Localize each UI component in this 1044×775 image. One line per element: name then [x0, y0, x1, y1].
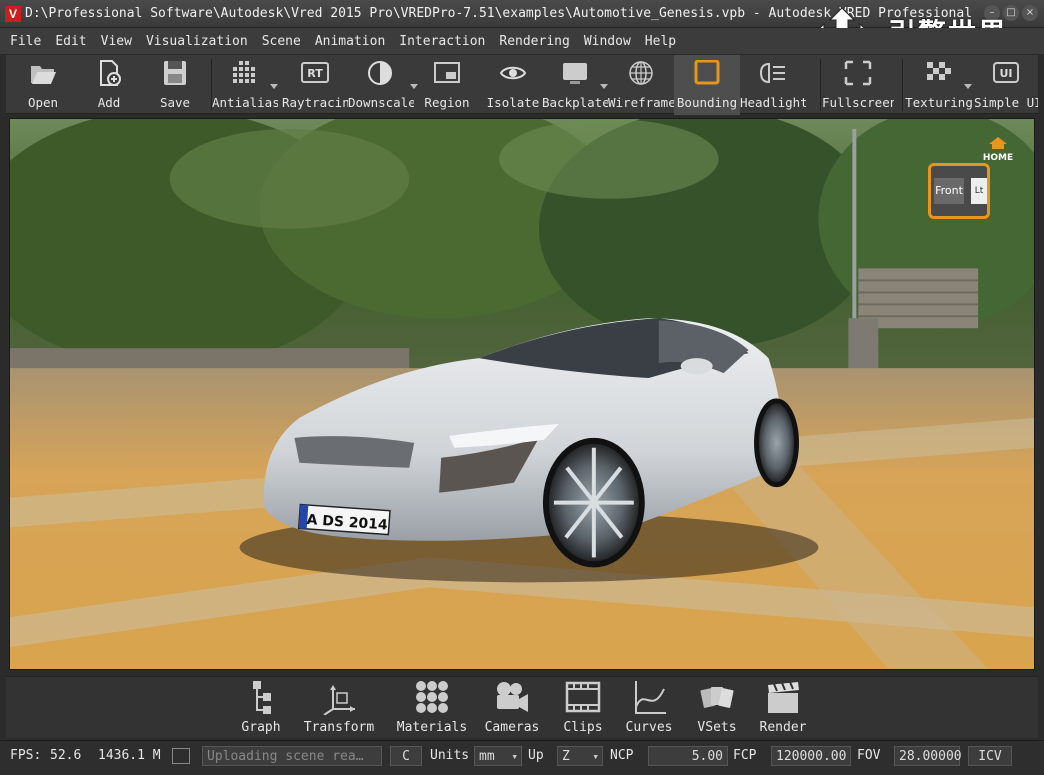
cameras-module-button[interactable]: Cameras: [480, 677, 544, 739]
title-bar: V D:\Professional Software\Autodesk\Vred…: [0, 0, 1044, 28]
transform-module-button[interactable]: Transform: [296, 677, 382, 739]
curves-module-button[interactable]: Curves: [620, 677, 678, 739]
wireframe-button[interactable]: Wireframe: [608, 55, 674, 115]
folder-open-icon: [31, 66, 56, 84]
menu-interaction[interactable]: Interaction: [399, 34, 485, 49]
materials-spheres-icon: [416, 681, 448, 713]
add-file-icon: [100, 60, 121, 86]
ncp-label: NCP: [610, 748, 634, 763]
fullscreen-icon: [844, 60, 872, 86]
vred-app-icon[interactable]: V: [5, 6, 21, 22]
fullscreen-button[interactable]: Fullscreen: [822, 55, 894, 115]
raytracing-rt-icon: RT: [301, 62, 329, 83]
menu-rendering[interactable]: Rendering: [499, 34, 569, 49]
headlight-icon: [759, 62, 785, 84]
status-bar: FPS: 52.6 1436.1 M Uploading scene rea… …: [0, 740, 1044, 775]
save-button[interactable]: Save: [142, 55, 208, 115]
isolate-eye-icon: [499, 66, 527, 80]
menu-bar: File Edit View Visualization Scene Anima…: [0, 28, 1044, 54]
add-button[interactable]: Add: [76, 55, 142, 115]
simple-ui-button[interactable]: UI Simple UI: [974, 55, 1038, 115]
backplate-button[interactable]: Backplate: [542, 55, 608, 115]
bounding-box-icon: [694, 60, 720, 85]
svg-text:RT: RT: [307, 67, 323, 80]
main-toolbar: Open Add Save Antialiasing RT Raytracing…: [6, 54, 1038, 115]
backplate-dropdown-arrow[interactable]: [600, 84, 608, 89]
film-clip-icon: [565, 681, 601, 713]
antialiasing-button[interactable]: Antialiasing: [212, 55, 278, 115]
up-axis-label: Up: [528, 748, 544, 763]
texturing-button[interactable]: Texturing: [904, 55, 974, 115]
open-button[interactable]: Open: [10, 55, 76, 115]
clips-module-button[interactable]: Clips: [554, 677, 612, 739]
floppy-disk-icon: [164, 61, 186, 85]
region-button[interactable]: Region: [414, 55, 480, 115]
fcp-label: FCP: [733, 748, 757, 763]
units-select[interactable]: mm: [474, 746, 522, 767]
navigation-cube[interactable]: Front Lt: [928, 163, 990, 219]
scene-render-image: A DS 2014: [10, 119, 1034, 669]
menu-file[interactable]: File: [10, 34, 41, 49]
fcp-input[interactable]: 120000.00: [771, 746, 851, 766]
menu-view[interactable]: View: [101, 34, 132, 49]
wireframe-globe-icon: [629, 61, 653, 85]
navcube-side-face[interactable]: Lt: [971, 178, 987, 204]
region-rectangle-icon: [434, 62, 460, 83]
module-toolbar: Graph Transform Materials Cameras Clips …: [6, 676, 1038, 738]
menu-animation[interactable]: Animation: [315, 34, 385, 49]
bounding-button[interactable]: Bounding: [674, 55, 740, 115]
vsets-module-button[interactable]: VSets: [686, 677, 748, 739]
transform-axes-icon: [323, 685, 355, 715]
fps-label: FPS:: [10, 748, 42, 763]
up-axis-select[interactable]: Z: [557, 746, 603, 767]
isolate-button[interactable]: Isolate: [480, 55, 546, 115]
menu-edit[interactable]: Edit: [55, 34, 86, 49]
backplate-icon: [563, 63, 587, 84]
maximize-button[interactable]: □: [1003, 5, 1019, 21]
antialiasing-grid-icon: [233, 61, 255, 83]
home-icon: [989, 137, 1007, 149]
navcube-front-face[interactable]: Front: [934, 178, 964, 204]
materials-module-button[interactable]: Materials: [386, 677, 478, 739]
graph-module-button[interactable]: Graph: [232, 677, 290, 739]
headlight-button[interactable]: Headlight: [740, 55, 806, 115]
variant-sets-cards-icon: [700, 687, 734, 708]
window-title: D:\Professional Software\Autodesk\Vred 2…: [25, 6, 973, 21]
menu-visualization[interactable]: Visualization: [146, 34, 248, 49]
fps-value: 52.6: [50, 748, 82, 763]
render-viewport[interactable]: A DS 2014 HOME Front Lt: [9, 118, 1035, 670]
units-label: Units: [430, 748, 470, 763]
menu-scene[interactable]: Scene: [262, 34, 301, 49]
menu-help[interactable]: Help: [645, 34, 676, 49]
minimize-button[interactable]: –: [984, 5, 1000, 21]
animation-curves-icon: [635, 681, 666, 714]
downscale-circle-icon: [368, 61, 392, 85]
terminal-icon[interactable]: [172, 748, 190, 764]
fov-input[interactable]: 28.00000: [894, 746, 962, 766]
clapperboard-icon: [768, 681, 799, 713]
antialiasing-dropdown-arrow[interactable]: [270, 84, 278, 89]
downscale-button[interactable]: Downscale: [348, 55, 418, 115]
menu-window[interactable]: Window: [584, 34, 631, 49]
c-button[interactable]: C: [390, 746, 422, 766]
render-module-button[interactable]: Render: [752, 677, 814, 739]
fov-label: FOV: [857, 748, 881, 763]
scenegraph-tree-icon: [253, 681, 271, 714]
memory-value: 1436.1 M: [98, 748, 161, 763]
svg-text:UI: UI: [999, 67, 1012, 80]
ncp-input[interactable]: 5.00: [648, 746, 728, 766]
home-button[interactable]: HOME: [978, 137, 1018, 163]
texturing-checker-icon: [927, 62, 951, 80]
camera-icon: [497, 682, 528, 712]
texturing-dropdown-arrow[interactable]: [964, 84, 972, 89]
raytracing-button[interactable]: RT Raytracing: [282, 55, 348, 115]
status-message-field: Uploading scene rea…: [202, 746, 382, 766]
icv-button[interactable]: ICV: [968, 746, 1012, 766]
close-button[interactable]: ×: [1022, 5, 1038, 21]
simple-ui-icon: UI: [993, 62, 1019, 83]
